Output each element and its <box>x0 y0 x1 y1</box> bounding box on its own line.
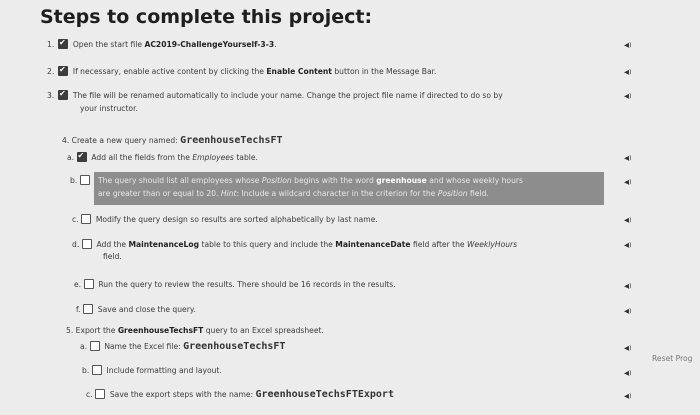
step-3-checkbox[interactable] <box>58 89 68 100</box>
speaker-icon[interactable]: ◀) <box>624 216 632 224</box>
step-4b-line2: are greater than or equal to 20. Hint: I… <box>98 189 489 198</box>
speaker-icon[interactable]: ◀) <box>624 369 632 377</box>
step-1-checkbox[interactable] <box>58 38 68 49</box>
reset-progress-button[interactable]: Reset Prog <box>652 354 693 363</box>
speaker-icon[interactable]: ◀) <box>624 41 632 49</box>
speaker-icon[interactable]: ◀) <box>624 92 632 100</box>
step-4d-line2: field. <box>103 252 122 261</box>
step-4: 4. Create a new query named: GreenhouseT… <box>62 135 283 146</box>
speaker-icon[interactable]: ◀) <box>624 307 632 315</box>
speaker-icon[interactable]: ◀) <box>624 344 632 352</box>
step-4c: c. Modify the query design so results ar… <box>72 214 378 224</box>
step-2-checkbox[interactable] <box>58 65 68 76</box>
step-5b: b. Include formatting and layout. <box>82 365 222 375</box>
step-4a-checkbox[interactable] <box>76 151 87 162</box>
speaker-icon[interactable]: ◀) <box>624 241 632 249</box>
step-5: 5. Export the GreenhouseTechsFT query to… <box>66 326 324 335</box>
step-3: The file will be renamed automatically t… <box>58 89 503 101</box>
step-4f-checkbox[interactable] <box>82 304 93 314</box>
step-1: Open the start file AC2019-ChallengeYour… <box>58 38 277 50</box>
step-4d-checkbox[interactable] <box>81 239 92 249</box>
highlighted-step-4b: The query should list all employees whos… <box>94 172 604 205</box>
speaker-icon[interactable]: ◀) <box>624 392 632 400</box>
step-5b-checkbox[interactable] <box>91 365 102 375</box>
step-4e-checkbox[interactable] <box>83 279 94 289</box>
step-4a: a. Add all the fields from the Employees… <box>67 151 258 163</box>
step-number: 1. <box>47 40 55 49</box>
step-4c-checkbox[interactable] <box>81 214 92 224</box>
page-title: Steps to complete this project: <box>40 6 373 28</box>
step-4b-checkbox[interactable] <box>79 175 90 185</box>
speaker-icon[interactable]: ◀) <box>624 154 632 162</box>
step-3-line2: your instructor. <box>80 104 138 113</box>
step-4b-line1: The query should list all employees whos… <box>98 176 523 185</box>
step-2: If necessary, enable active content by c… <box>58 65 436 77</box>
step-4e: e. Run the query to review the results. … <box>74 279 396 289</box>
step-5c-checkbox[interactable] <box>95 389 106 399</box>
step-4d: d. Add the MaintenanceLog table to this … <box>72 239 518 249</box>
step-number: 2. <box>47 67 55 76</box>
speaker-icon[interactable]: ◀) <box>624 178 632 186</box>
speaker-icon[interactable]: ◀) <box>624 282 632 290</box>
step-4f: f. Save and close the query. <box>76 304 196 314</box>
speaker-icon[interactable]: ◀) <box>624 68 632 76</box>
step-number: 3. <box>47 91 55 100</box>
step-5a: a. Name the Excel file: GreenhouseTechsF… <box>80 341 286 352</box>
step-5a-checkbox[interactable] <box>89 341 100 351</box>
step-5c: c. Save the export steps with the name: … <box>86 389 394 400</box>
step-4b-label: b. <box>70 175 90 186</box>
